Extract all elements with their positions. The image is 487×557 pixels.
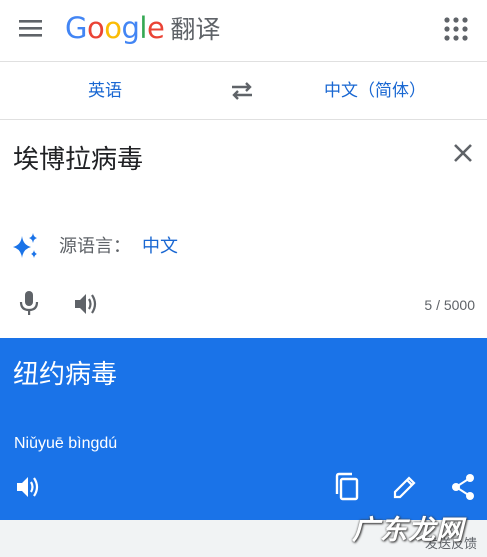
translation-result-card: 纽约病毒 Niǔyuē bìngdú bbox=[0, 338, 487, 520]
romanization-text: Niǔyuē bìngdú bbox=[14, 435, 118, 452]
watermark: 广东龙网 bbox=[352, 515, 464, 545]
source-text-input[interactable]: 埃博拉病毒 bbox=[13, 142, 143, 176]
copy-icon[interactable] bbox=[333, 472, 361, 502]
hamburger-menu-icon[interactable] bbox=[17, 14, 45, 42]
speaker-icon[interactable] bbox=[14, 473, 42, 501]
speaker-icon[interactable] bbox=[72, 290, 100, 318]
apps-grid-icon[interactable] bbox=[443, 16, 469, 42]
product-name: 翻译 bbox=[170, 15, 221, 44]
detected-language-link[interactable]: 中文 bbox=[142, 234, 178, 258]
translated-text: 纽约病毒 bbox=[13, 359, 118, 389]
google-translate-logo: Google 翻译 bbox=[65, 11, 221, 45]
target-language-button[interactable]: 中文（简体） bbox=[310, 62, 440, 119]
share-icon[interactable] bbox=[450, 473, 476, 501]
language-bar: 英语 中文（简体） bbox=[0, 62, 487, 120]
close-icon[interactable] bbox=[450, 140, 476, 166]
microphone-icon[interactable] bbox=[16, 289, 42, 317]
detected-language-label: 源语言： bbox=[59, 236, 131, 256]
swap-arrows-icon[interactable] bbox=[229, 78, 255, 104]
sparkle-icon bbox=[11, 231, 41, 261]
source-language-button[interactable]: 英语 bbox=[60, 62, 150, 119]
pencil-edit-icon[interactable] bbox=[391, 473, 419, 501]
app-header: Google 翻译 bbox=[0, 0, 487, 62]
character-count: 5 / 5000 bbox=[424, 297, 475, 313]
